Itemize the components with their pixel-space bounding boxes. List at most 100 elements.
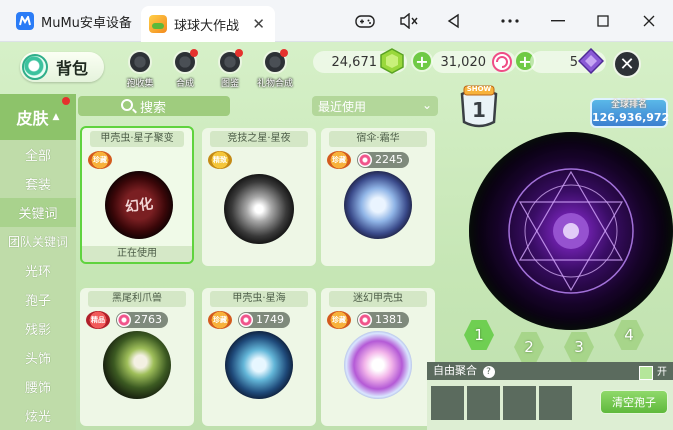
skin-card[interactable]: 宿伞·霜华 珍藏 2245 [321, 128, 435, 266]
card-name: 甲壳虫·星海 [210, 291, 308, 307]
candy-coin-icon [492, 52, 512, 72]
notification-dot [280, 49, 288, 57]
nav-synthesize[interactable]: 合成 [165, 49, 205, 90]
sort-dropdown[interactable]: 最近使用 ⌄ [312, 96, 438, 116]
notification-dot [235, 49, 243, 57]
gamepad-icon[interactable] [353, 9, 377, 33]
slot-2-button[interactable]: 2 [514, 332, 544, 362]
toggle-checkbox[interactable] [639, 366, 653, 380]
show-number: 1 [472, 98, 486, 122]
notification-dot [190, 49, 198, 57]
sidebar-item-waist[interactable]: 腰饰 [0, 372, 76, 401]
sidebar-item-headwear[interactable]: 头饰 [0, 343, 76, 372]
card-name: 竞技之星·星夜 [210, 131, 308, 147]
close-button[interactable]: ✕ [613, 50, 641, 78]
sidebar-item-glow[interactable]: 炫光 [0, 401, 76, 430]
game-topbar: 背包 孢收集 合成 图鉴 礼物合成 24,671 + 31,020 + 5 ✕ [0, 42, 673, 92]
free-merge-toggle[interactable]: 开 [639, 364, 667, 382]
skin-ball-preview: 幻化 [105, 171, 173, 239]
mute-icon[interactable] [397, 9, 421, 33]
bag-button[interactable]: 背包 [20, 52, 104, 82]
spore-slot[interactable] [467, 386, 500, 420]
currency-candy-value: 31,020 [440, 54, 487, 70]
skin-card[interactable]: 竞技之星·星夜 精致 [202, 128, 316, 266]
spore-panel-header: 自由聚合 ? 开 [427, 362, 673, 380]
rank-value: 126,936,972 [592, 111, 670, 124]
clear-spores-button[interactable]: 清空孢子 [600, 390, 668, 414]
skin-ball-preview [344, 331, 412, 399]
tab-game-label: 球球大作战 [174, 18, 240, 34]
synthesize-icon [173, 49, 198, 74]
skin-card[interactable]: 迷幻甲壳虫 珍藏 1381 [321, 288, 435, 426]
spore-collect-icon [128, 50, 152, 74]
minimize-icon[interactable] [546, 9, 570, 33]
tab-game[interactable]: 球球大作战 ✕ [141, 6, 275, 42]
skin-card[interactable]: 黑尾利爪兽 精品 2763 [80, 288, 194, 426]
tab-mumu-label: MuMu安卓设备 [41, 15, 132, 31]
card-name: 黑尾利爪兽 [88, 291, 186, 307]
search-placeholder: 搜索 [140, 100, 167, 116]
nav-catalog-label: 图鉴 [220, 79, 239, 89]
maximize-icon[interactable] [591, 9, 615, 33]
sidebar-item-all[interactable]: 全部 [0, 140, 76, 169]
candy-coin-icon [239, 313, 253, 327]
nav-gift-synthesize-label: 礼物合成 [256, 79, 293, 89]
notification-dot [62, 97, 70, 105]
show-badge[interactable]: SHOW 1 [458, 84, 500, 130]
nav-gift-synthesize[interactable]: 礼物合成 [255, 49, 295, 90]
spore-slot[interactable] [503, 386, 536, 420]
sidebar-item-set[interactable]: 套装 [0, 169, 76, 198]
skin-card[interactable]: 甲壳虫·星海 珍藏 1749 [202, 288, 316, 426]
more-icon[interactable] [498, 9, 522, 33]
currency-green-value: 24,671 [331, 54, 378, 70]
nav-catalog[interactable]: 图鉴 [210, 49, 250, 90]
help-icon[interactable]: ? [482, 366, 495, 378]
candy-coin-icon [117, 313, 131, 327]
rank-label: 全球排名 [610, 100, 647, 110]
search-input[interactable]: 搜索 [78, 96, 230, 116]
spore-slot[interactable] [539, 386, 572, 420]
card-name: 迷幻甲壳虫 [329, 291, 427, 307]
skin-card[interactable]: 甲壳虫·星子聚变 珍藏 幻化 正在使用 [80, 126, 194, 264]
card-badge: 珍藏 [88, 151, 112, 169]
window-close-icon[interactable] [637, 9, 661, 33]
sidebar-header-skin[interactable]: 皮肤 ▲ [0, 94, 76, 140]
nav-spore-collect[interactable]: 孢收集 [120, 50, 160, 90]
slot-3-button[interactable]: 3 [564, 332, 594, 362]
green-gem-icon [380, 48, 404, 74]
magic-circle-icon [508, 168, 634, 294]
currency-candy: 31,020 + [432, 50, 536, 73]
card-badge: 精品 [86, 311, 110, 329]
catalog-icon [218, 49, 243, 74]
tab-mumu[interactable]: MuMu安卓设备 [16, 6, 141, 36]
sort-label: 最近使用 [318, 99, 367, 114]
purple-gem-icon [578, 48, 604, 74]
card-price-value: 1749 [256, 313, 284, 326]
card-price-value: 1381 [375, 313, 403, 326]
card-price: 1381 [357, 312, 409, 328]
sidebar-item-afterimage[interactable]: 残影 [0, 314, 76, 343]
sidebar-item-spore[interactable]: 孢子 [0, 285, 76, 314]
card-name: 宿伞·霜华 [329, 131, 427, 147]
spore-slot[interactable] [431, 386, 464, 420]
tab-close-icon[interactable]: ✕ [252, 15, 265, 33]
card-price: 2245 [357, 152, 409, 168]
search-icon [121, 99, 133, 111]
ball-text: 幻化 [124, 196, 155, 216]
skin-ball-preview [344, 171, 412, 239]
global-rank-badge: 全球排名 126,936,972 [590, 98, 670, 128]
sidebar-item-keyword[interactable]: 关键词 [0, 198, 76, 227]
sidebar-item-team-keyword[interactable]: 团队关键词 [0, 227, 76, 256]
card-price: 1749 [238, 312, 290, 328]
show-label: SHOW [466, 85, 492, 93]
add-green-button[interactable]: + [411, 50, 433, 72]
card-price-value: 2763 [134, 313, 162, 326]
card-status: 正在使用 [82, 246, 192, 262]
mumu-logo-icon [16, 12, 34, 30]
card-name: 甲壳虫·星子聚变 [90, 131, 184, 147]
spore-title: 自由聚合 [433, 364, 477, 377]
skin-ball-preview [224, 174, 294, 244]
candy-coin-icon [358, 153, 372, 167]
sidebar-item-halo[interactable]: 光环 [0, 256, 76, 285]
back-icon[interactable] [442, 9, 466, 33]
